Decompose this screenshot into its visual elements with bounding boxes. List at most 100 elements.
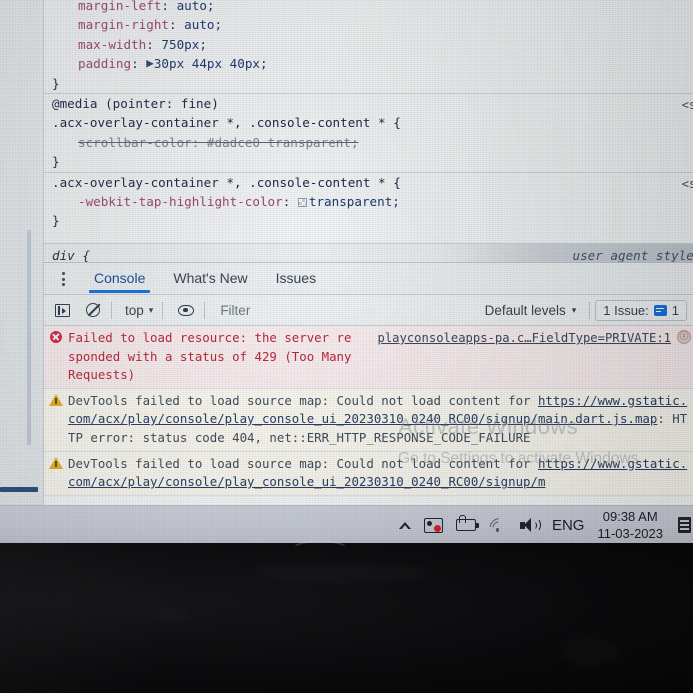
filter-input[interactable]: Filter (210, 303, 484, 318)
execution-context-label: top (125, 302, 144, 318)
message-body: DevTools failed to load source map: Coul… (68, 455, 693, 492)
console-sidebar-toggle-button[interactable] (49, 299, 75, 321)
css-selector[interactable]: .acx-overlay-container *, .console-conte… (52, 113, 693, 132)
console-drawer: Console What's New Issues top ▾ Filter D… (44, 262, 693, 505)
css-rule[interactable]: .acx-overlay-container *, .console-conte… (44, 173, 693, 231)
browser-left-gutter (0, 0, 44, 505)
message-icon-cell (44, 329, 68, 385)
clock[interactable]: 09:38 AM 11-03-2023 (597, 508, 663, 542)
css-rule-origin[interactable]: <sty (682, 96, 693, 115)
css-at-rule: @media (pointer: fine) (52, 95, 219, 111)
styles-pane: margin-left: auto; margin-right: auto; m… (44, 0, 693, 248)
info-circle-icon[interactable]: ⓘ (677, 330, 691, 344)
log-levels-label: Default levels (484, 302, 566, 318)
css-rule[interactable]: @media (pointer: fine) .acx-overlay-cont… (44, 94, 693, 173)
scroll-indicator (27, 230, 31, 445)
css-colon: : (146, 36, 162, 52)
message-body: DevTools failed to load source map: Coul… (68, 392, 693, 448)
console-message-warning[interactable]: DevTools failed to load source map: Coul… (44, 451, 693, 496)
tab-console[interactable]: Console (80, 263, 159, 293)
log-levels-selector[interactable]: Default levels ▾ (485, 303, 585, 318)
css-value: 750px; (161, 36, 207, 52)
volume-button[interactable] (519, 517, 541, 533)
color-swatch-icon[interactable] (297, 197, 307, 207)
toolbar-divider (204, 301, 206, 319)
issues-count: 1 (671, 302, 679, 318)
bezel-smudge (560, 638, 620, 666)
clear-console-button[interactable] (80, 299, 106, 321)
drawer-tabs: Console What's New Issues (80, 263, 330, 293)
battery-button[interactable] (455, 515, 479, 531)
toolbar-divider (162, 301, 164, 319)
action-center-icon[interactable] (678, 517, 691, 533)
css-declaration[interactable]: margin-left: auto; (52, 0, 693, 15)
tab-whats-new[interactable]: What's New (159, 263, 261, 292)
message-icon-cell (44, 392, 68, 448)
css-declaration[interactable]: -webkit-tap-highlight-color: transparent… (52, 192, 693, 211)
console-message-error[interactable]: Failed to load resource: the server resp… (44, 326, 693, 389)
css-selector[interactable]: .acx-overlay-container *, .console-conte… (52, 173, 693, 192)
clear-console-icon (86, 303, 100, 317)
windows-taskbar[interactable]: ENG 09:38 AM 11-03-2023 (0, 505, 693, 543)
css-property: padding (78, 56, 132, 72)
execution-context-selector[interactable]: top ▾ (117, 303, 157, 318)
css-colon: : (131, 56, 147, 72)
css-rule-origin[interactable]: <sty (682, 175, 693, 194)
css-value: auto; (176, 0, 215, 13)
issue-info-icon (653, 304, 667, 316)
language-indicator[interactable]: ENG (552, 517, 585, 534)
screen-photo: margin-left: auto; margin-right: auto; m… (0, 0, 693, 693)
css-rule[interactable]: margin-left: auto; margin-right: auto; m… (44, 0, 693, 94)
monitor-screen: margin-left: auto; margin-right: auto; m… (0, 0, 693, 543)
error-icon (50, 331, 62, 343)
warning-icon (49, 393, 63, 406)
console-sidebar-icon (54, 303, 70, 317)
css-property: max-width (78, 36, 147, 52)
clock-date: 11-03-2023 (597, 526, 663, 541)
battery-icon (455, 515, 479, 531)
onedrive-button[interactable] (423, 517, 443, 533)
issues-badge-button[interactable]: 1 Issue: 1 (595, 299, 687, 321)
message-icon-cell (44, 455, 68, 492)
clock-time: 09:38 AM (602, 509, 658, 524)
message-body: Failed to load resource: the server resp… (68, 329, 693, 385)
css-property: margin-left (78, 0, 162, 13)
issues-label: 1 Issue: (603, 302, 649, 318)
live-expression-icon (178, 304, 195, 316)
css-property: margin-right (78, 17, 169, 33)
css-value: 30px 44px 40px; (153, 56, 268, 72)
system-tray: ENG 09:38 AM 11-03-2023 (398, 506, 693, 543)
css-declaration-overridden[interactable]: scrollbar-color: #dadce0 transparent; (52, 133, 693, 152)
css-value: #dadce0 transparent; (206, 134, 359, 150)
more-options-icon[interactable] (56, 270, 70, 288)
toolbar-divider (589, 301, 591, 319)
toolbar-divider (111, 301, 112, 319)
css-declaration[interactable]: margin-right: auto; (52, 15, 693, 34)
css-property: scrollbar-color (78, 134, 192, 150)
tab-issues[interactable]: Issues (262, 263, 330, 292)
expand-shorthand-icon[interactable]: ▶ (146, 53, 154, 72)
css-close-brace: } (52, 213, 60, 229)
console-message-list[interactable]: Failed to load resource: the server resp… (44, 326, 693, 505)
onedrive-icon (423, 517, 443, 533)
message-text: DevTools failed to load source map: Coul… (68, 392, 689, 448)
message-text: Failed to load resource: the server resp… (68, 330, 359, 383)
live-expression-button[interactable] (173, 299, 199, 321)
css-declaration[interactable]: padding: ▶30px 44px 40px; (52, 54, 693, 73)
css-declaration[interactable]: max-width: 750px; (52, 35, 693, 54)
message-prefix: DevTools failed to load source map: Coul… (68, 392, 538, 408)
css-colon: : (282, 193, 298, 209)
show-hidden-icons-button[interactable] (398, 521, 411, 530)
css-value: transparent; (308, 193, 400, 209)
message-source-link[interactable]: playconsoleapps-pa.c…FieldType=PRIVATE:1 (378, 329, 672, 348)
chevron-up-icon (398, 521, 411, 530)
console-message-warning[interactable]: DevTools failed to load source map: Coul… (44, 388, 693, 452)
chevron-down-icon: ▾ (571, 304, 577, 315)
drawer-tabstrip: Console What's New Issues (44, 263, 693, 295)
bezel-smudge (150, 608, 190, 622)
css-close-brace: } (52, 154, 60, 170)
css-colon: : (169, 17, 185, 33)
css-value: auto; (184, 17, 223, 33)
console-toolbar: top ▾ Filter Default levels ▾ 1 Issue: 1 (44, 295, 693, 326)
network-button[interactable] (486, 515, 509, 537)
